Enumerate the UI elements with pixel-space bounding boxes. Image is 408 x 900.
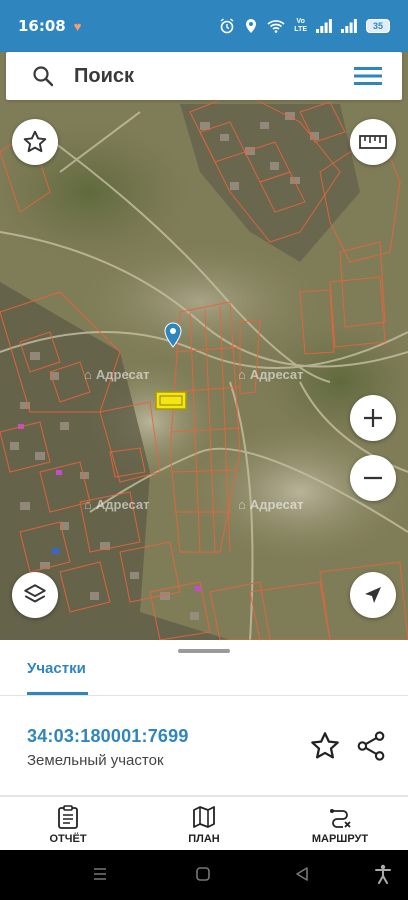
selected-location-pin-icon[interactable] — [164, 322, 182, 348]
ruler-button[interactable] — [350, 119, 396, 165]
nav-report[interactable]: ОТЧЁТ — [0, 797, 136, 850]
layers-icon — [24, 584, 46, 603]
route-icon — [330, 809, 351, 828]
ruler-icon — [359, 135, 387, 149]
bottom-nav: ОТЧЁТ ПЛАН МАРШРУТ — [0, 796, 408, 850]
volte-indicator: Vo LTE — [294, 18, 307, 33]
alarm-icon — [220, 18, 234, 34]
notification-heart-icon: ♥ — [73, 18, 82, 34]
zoom-out-icon — [364, 476, 382, 480]
status-icons: Vo LTE 35 — [219, 18, 390, 34]
map-plan-icon — [193, 806, 215, 828]
location-icon — [246, 19, 257, 33]
navigation-arrow-icon — [365, 587, 381, 603]
nav-route[interactable]: МАРШРУТ — [272, 797, 408, 850]
accessibility-icon[interactable] — [374, 864, 392, 884]
wifi-icon — [267, 20, 285, 33]
recents-icon[interactable] — [92, 866, 108, 882]
back-icon[interactable] — [294, 866, 310, 882]
favorites-button[interactable] — [12, 119, 58, 165]
watermark: ⌂ Адресат — [238, 497, 304, 512]
status-time: 16:08 — [18, 17, 66, 35]
nav-plan[interactable]: ПЛАН — [136, 797, 272, 850]
nav-plan-label: ПЛАН — [188, 833, 220, 845]
search-bar[interactable]: Поиск — [6, 52, 402, 100]
layers-button[interactable] — [12, 572, 58, 618]
map-view[interactable]: ⌂ Адресат ⌂ Адресат ⌂ Адресат ⌂ Адресат — [0, 52, 408, 640]
drag-handle[interactable] — [178, 649, 230, 653]
system-navigation-bar — [0, 850, 408, 900]
signal-icon — [316, 19, 332, 33]
report-icon — [58, 805, 78, 829]
star-icon — [23, 130, 47, 153]
zoom-out-button[interactable] — [350, 455, 396, 501]
parcel-type: Земельный участок — [27, 752, 164, 769]
home-icon[interactable] — [195, 866, 211, 882]
zoom-in-button[interactable] — [350, 395, 396, 441]
share-icon[interactable] — [356, 730, 386, 762]
parcel-cadastral-number[interactable]: 34:03:180001:7699 — [27, 726, 189, 747]
nav-report-label: ОТЧЁТ — [49, 833, 87, 845]
menu-icon[interactable] — [354, 66, 382, 86]
my-location-button[interactable] — [350, 572, 396, 618]
satellite-map[interactable] — [0, 52, 408, 640]
watermark: ⌂ Адресат — [238, 367, 304, 382]
watermark: ⌂ Адресат — [84, 367, 150, 382]
divider — [0, 695, 408, 696]
signal-2-icon — [341, 19, 357, 33]
nav-route-label: МАРШРУТ — [311, 833, 369, 845]
status-bar: 16:08 ♥ Vo LTE 35 — [0, 0, 408, 52]
search-input[interactable]: Поиск — [74, 65, 134, 88]
tab-parcels[interactable]: Участки — [27, 660, 86, 677]
star-outline-icon[interactable] — [309, 730, 341, 762]
battery-indicator: 35 — [366, 19, 390, 33]
watermark: ⌂ Адресат — [84, 497, 150, 512]
search-icon[interactable] — [32, 65, 54, 87]
zoom-in-icon — [364, 409, 382, 427]
